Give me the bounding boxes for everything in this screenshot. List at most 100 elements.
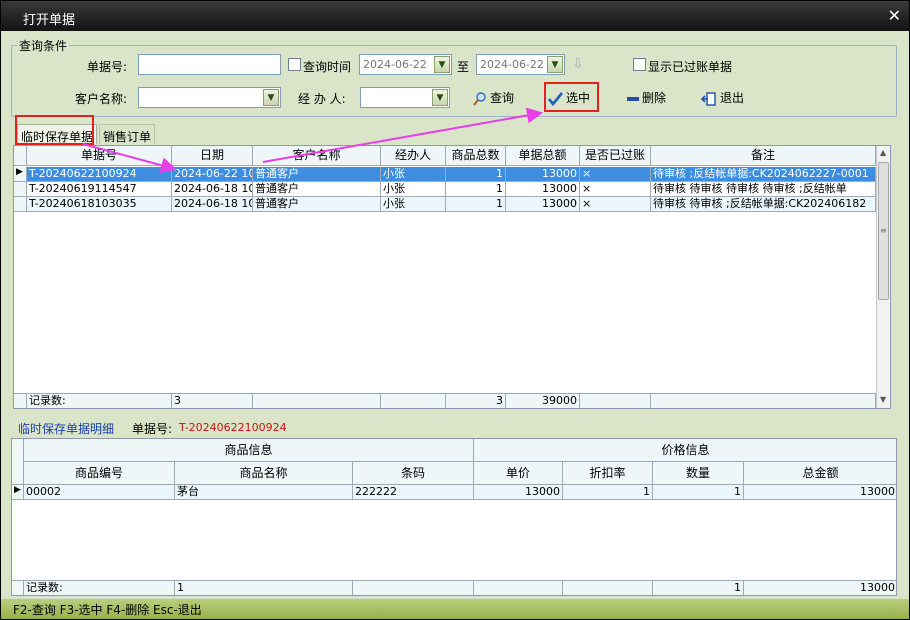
close-icon[interactable]: ✕	[888, 6, 901, 25]
row-indicator[interactable]	[14, 182, 27, 197]
select-button-label: 选中	[566, 91, 591, 105]
exit-button[interactable]: 退出	[701, 89, 744, 106]
column-header[interactable]: 备注	[651, 146, 876, 166]
open-bill-window: 打开单据 ✕ 查询条件 单据号: 查询时间 2024-06-22 ▼ 至 202…	[0, 0, 910, 620]
query-button[interactable]: 查询	[473, 89, 514, 106]
title-bar[interactable]: 打开单据 ✕	[1, 1, 909, 31]
table-cell[interactable]: 1	[446, 167, 506, 182]
table-cell[interactable]: 小张	[381, 167, 446, 182]
date-to-picker[interactable]: 2024-06-22 ▼	[476, 54, 565, 75]
table-cell[interactable]: 1	[653, 485, 744, 500]
footer-cell	[381, 393, 446, 408]
row-pointer-icon: ▶	[14, 485, 21, 495]
date-from-picker[interactable]: 2024-06-22 ▼	[359, 54, 452, 75]
table-cell[interactable]: T-20240618103035	[27, 197, 172, 212]
table-cell[interactable]: 00002	[24, 485, 175, 500]
customer-select[interactable]: ▼	[138, 87, 281, 108]
window-title: 打开单据	[23, 13, 76, 28]
table-cell[interactable]: 待审核 ;反结帐单据:CK2024062227-0001	[651, 167, 876, 182]
footer-indicator	[14, 393, 27, 408]
column-header[interactable]: 单据号	[27, 146, 172, 166]
column-header[interactable]: 单据总额	[506, 146, 580, 166]
column-header[interactable]: 数量	[653, 462, 744, 485]
table-cell[interactable]: 普通客户	[253, 167, 381, 182]
column-header[interactable]: 是否已过账	[580, 146, 651, 166]
footer-amount-total: 39000	[506, 393, 580, 408]
chevron-down-icon[interactable]: ▼	[263, 89, 279, 106]
scroll-down-icon[interactable]: ▼	[880, 395, 886, 404]
table-cell[interactable]: 待审核 待审核 待审核 待审核 ;反结帐单	[651, 182, 876, 197]
select-button[interactable]: 选中	[548, 89, 590, 106]
table-cell[interactable]: 13000	[506, 182, 580, 197]
table-cell[interactable]: 待审核 待审核 ;反结帐单据:CK202406182	[651, 197, 876, 212]
detail-bill-no-label: 单据号:	[132, 422, 173, 436]
column-header[interactable]: 单价	[474, 462, 563, 485]
chevron-down-icon[interactable]: ▼	[432, 89, 448, 106]
handler-select[interactable]: ▼	[360, 87, 450, 108]
table-cell[interactable]: ×	[580, 167, 651, 182]
show-closed-checkbox[interactable]	[633, 58, 646, 71]
bill-no-input[interactable]	[138, 54, 281, 75]
column-header[interactable]: 商品总数	[446, 146, 506, 166]
bills-grid[interactable]: 单据号 日期 客户名称 经办人 商品总数 单据总额 是否已过账 备注 ▶ T-2…	[13, 145, 891, 409]
grid-corner	[12, 439, 24, 485]
detail-bill-no-value: T-20240622100924	[179, 421, 287, 434]
footer-amount-total: 13000	[744, 580, 896, 595]
table-cell[interactable]: 13000	[506, 167, 580, 182]
column-header[interactable]: 经办人	[381, 146, 446, 166]
tab-sales-order[interactable]: 销售订单	[99, 124, 156, 144]
delete-button[interactable]: 删除	[627, 89, 666, 106]
exit-button-label: 退出	[720, 91, 745, 105]
date-from-value: 2024-06-22	[363, 58, 427, 71]
table-cell[interactable]: 1	[446, 182, 506, 197]
table-cell[interactable]: 小张	[381, 197, 446, 212]
row-indicator[interactable]	[14, 197, 27, 212]
column-header[interactable]: 条码	[353, 462, 474, 485]
column-header[interactable]: 折扣率	[563, 462, 653, 485]
chevron-down-icon[interactable]: ▼	[434, 56, 450, 73]
column-header[interactable]: 客户名称	[253, 146, 381, 166]
customer-label: 客户名称:	[75, 92, 128, 106]
column-header[interactable]: 日期	[172, 146, 253, 166]
row-indicator[interactable]: ▶	[12, 485, 24, 500]
status-bar: F2-查询 F3-选中 F4-删除 Esc-退出	[1, 599, 909, 619]
row-indicator[interactable]: ▶	[14, 167, 27, 182]
table-cell[interactable]: 1	[563, 485, 653, 500]
table-cell[interactable]: 2024-06-18 10	[172, 182, 253, 197]
table-cell[interactable]: 13000	[474, 485, 563, 500]
table-cell[interactable]: 茅台	[175, 485, 353, 500]
footer-cell	[353, 580, 474, 595]
table-cell[interactable]: ×	[580, 182, 651, 197]
footer-cell	[580, 393, 651, 408]
magnifier-icon	[473, 91, 486, 106]
table-cell[interactable]: 2024-06-18 10	[172, 197, 253, 212]
table-cell[interactable]: 普通客户	[253, 182, 381, 197]
table-cell[interactable]: 1	[446, 197, 506, 212]
query-time-checkbox[interactable]	[288, 58, 301, 71]
exit-door-icon	[701, 91, 716, 106]
query-button-label: 查询	[490, 91, 515, 105]
group-header-price: 价格信息	[474, 439, 896, 462]
table-cell[interactable]: 小张	[381, 182, 446, 197]
group-header-goods: 商品信息	[24, 439, 474, 462]
table-cell[interactable]: 13000	[506, 197, 580, 212]
footer-indicator	[12, 580, 24, 595]
column-header[interactable]: 商品名称	[175, 462, 353, 485]
table-cell[interactable]: 13000	[744, 485, 896, 500]
table-cell[interactable]: 普通客户	[253, 197, 381, 212]
table-cell[interactable]: ×	[580, 197, 651, 212]
table-cell[interactable]: 2024-06-22 10	[172, 167, 253, 182]
column-header[interactable]: 总金额	[744, 462, 896, 485]
table-cell[interactable]: T-20240622100924	[27, 167, 172, 182]
footer-qty-total: 3	[446, 393, 506, 408]
column-header[interactable]: 商品编号	[24, 462, 175, 485]
to-label: 至	[457, 60, 470, 74]
table-cell[interactable]: T-20240619114547	[27, 182, 172, 197]
table-cell[interactable]: 222222	[353, 485, 474, 500]
scroll-up-icon[interactable]: ▲	[880, 148, 886, 157]
query-conditions-legend: 查询条件	[17, 37, 70, 54]
chevron-down-icon[interactable]: ▼	[547, 56, 563, 73]
bills-vertical-scrollbar[interactable]: ▲ ≡ ▼	[876, 146, 890, 408]
detail-grid[interactable]: 商品信息 价格信息 商品编号 商品名称 条码 单价 折扣率 数量 总金额 ▶ 0…	[11, 438, 897, 596]
row-pointer-icon: ▶	[16, 167, 23, 177]
